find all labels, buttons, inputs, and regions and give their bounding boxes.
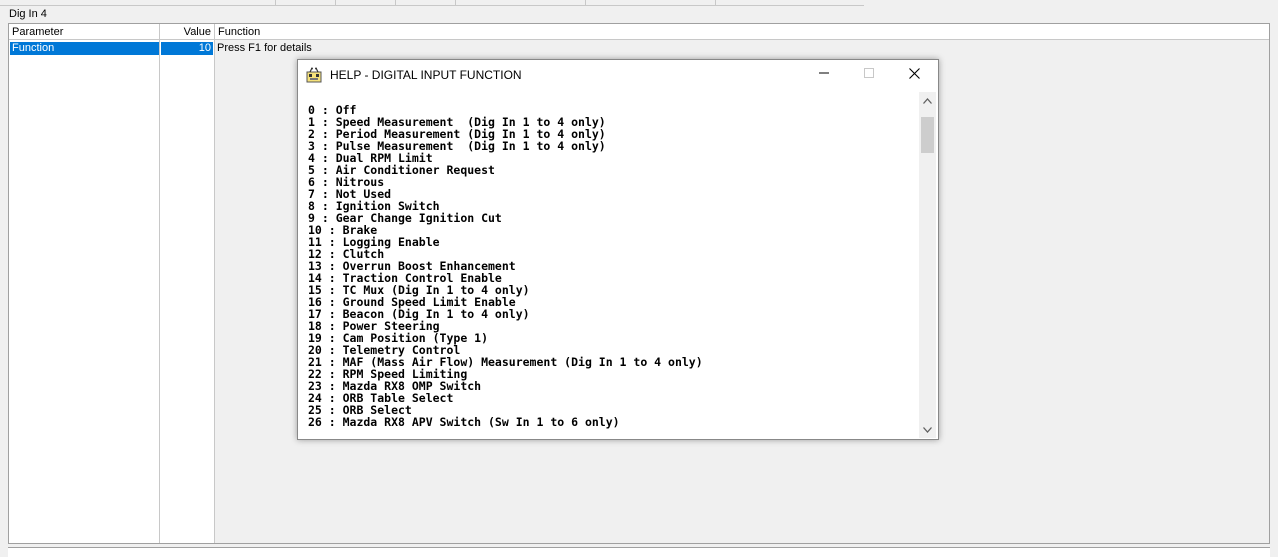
table-row-parameter[interactable]: Function xyxy=(10,42,159,55)
table-row-value[interactable]: 10 xyxy=(161,42,213,55)
close-button[interactable] xyxy=(892,60,937,89)
value-column xyxy=(160,40,215,543)
maximize-button xyxy=(846,60,891,89)
minimize-icon xyxy=(818,68,829,81)
maximize-icon xyxy=(863,68,874,81)
close-icon xyxy=(909,67,920,82)
chevron-up-icon xyxy=(923,95,932,107)
top-toolbar-strip xyxy=(0,0,864,6)
vertical-scrollbar[interactable] xyxy=(919,92,936,438)
help-app-icon xyxy=(306,67,322,83)
help-text-box[interactable]: 0 : Off 1 : Speed Measurement (Dig In 1 t… xyxy=(300,91,936,438)
parameter-column xyxy=(9,40,160,543)
section-title: Dig In 4 xyxy=(9,8,47,20)
chevron-down-icon xyxy=(923,424,932,436)
left-edge xyxy=(0,0,2,556)
scroll-up-button[interactable] xyxy=(919,92,936,109)
header-function[interactable]: Function xyxy=(215,24,1269,40)
header-parameter[interactable]: Parameter xyxy=(9,24,160,40)
header-value[interactable]: Value xyxy=(160,24,215,40)
table-row-function: Press F1 for details xyxy=(217,42,312,54)
help-text: 0 : Off 1 : Speed Measurement (Dig In 1 t… xyxy=(308,104,703,428)
minimize-button[interactable] xyxy=(801,60,846,89)
help-line: 26 : Mazda RX8 APV Switch (Sw In 1 to 6 … xyxy=(308,415,620,429)
dialog-title: HELP - DIGITAL INPUT FUNCTION xyxy=(330,68,522,82)
help-dialog: HELP - DIGITAL INPUT FUNCTION 0 : Off 1 :… xyxy=(297,59,939,440)
dialog-titlebar[interactable]: HELP - DIGITAL INPUT FUNCTION xyxy=(298,60,938,91)
scroll-down-button[interactable] xyxy=(919,421,936,438)
scrollbar-thumb[interactable] xyxy=(921,117,934,153)
